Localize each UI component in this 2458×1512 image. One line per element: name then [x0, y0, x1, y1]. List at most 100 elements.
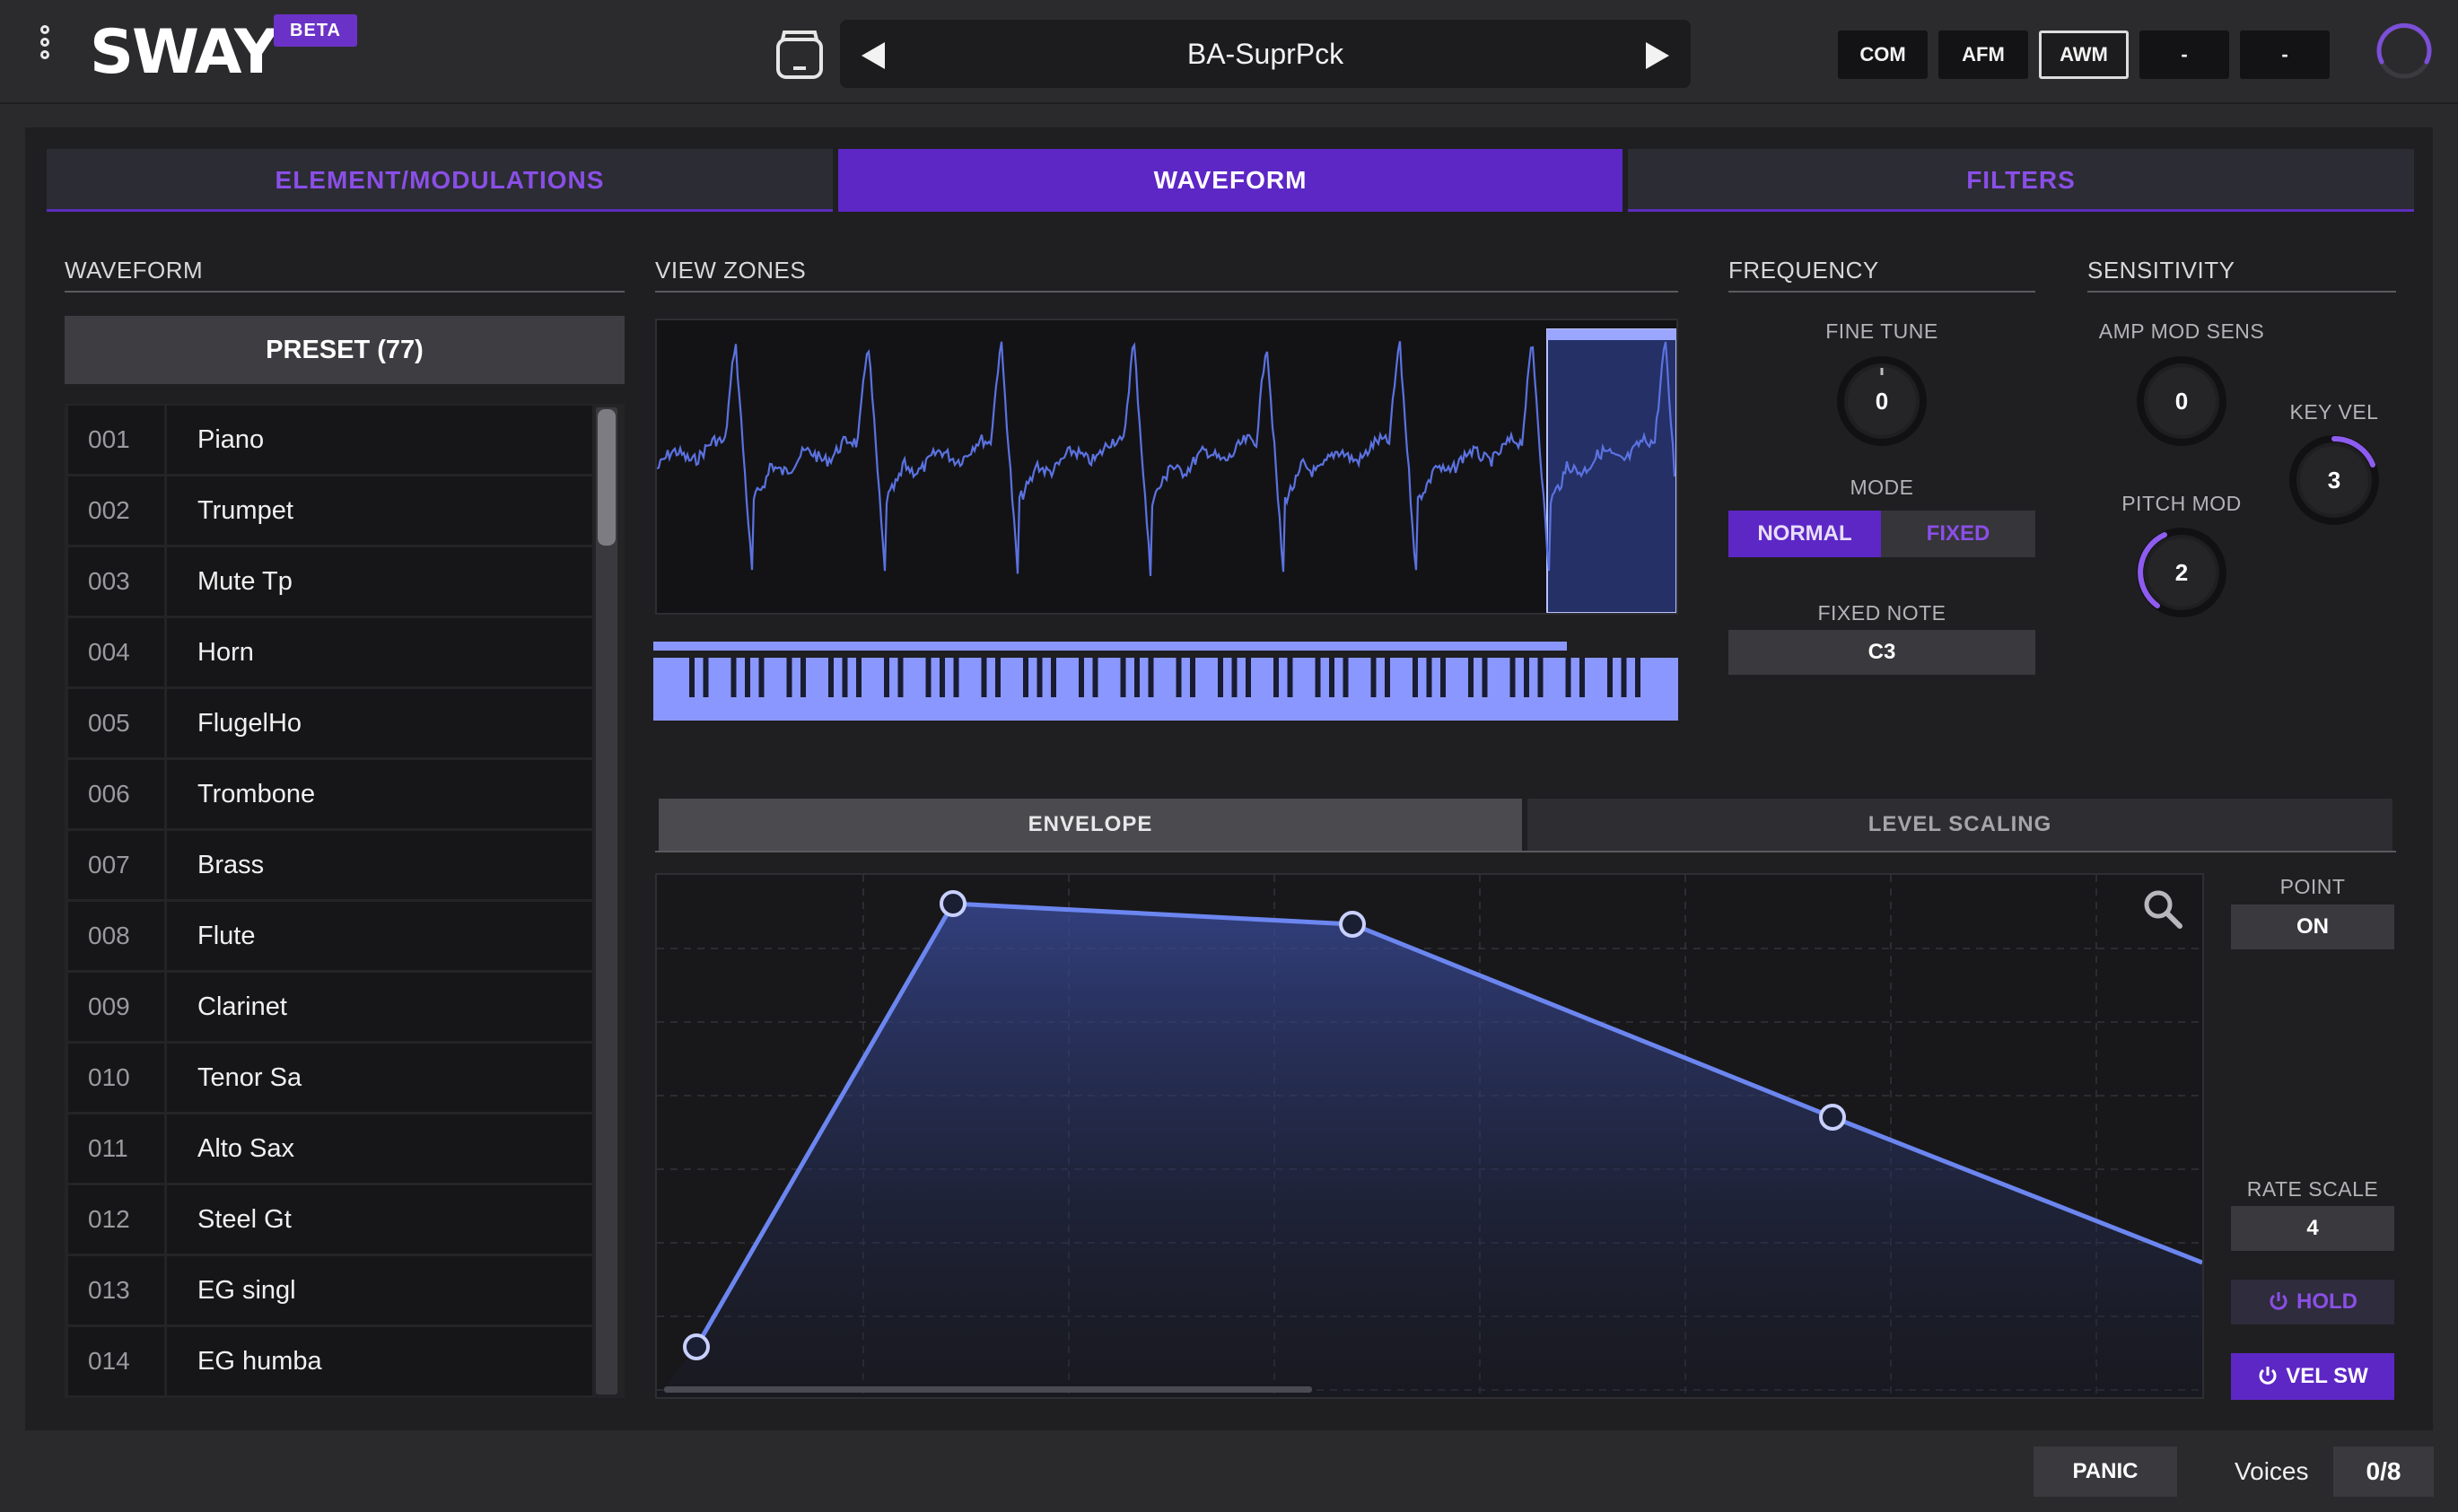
- envelope-graph[interactable]: [655, 873, 2204, 1399]
- preset-name-label: Clarinet: [197, 992, 287, 1021]
- envelope-point: [940, 890, 967, 917]
- point-toggle[interactable]: ON: [2231, 905, 2394, 949]
- key-vel-label: KEY VEL: [2289, 400, 2379, 424]
- preset-name-label: Trumpet: [197, 496, 293, 525]
- beta-badge: BETA: [274, 14, 357, 47]
- zone-selection: [1546, 328, 1676, 613]
- preset-name-label: Steel Gt: [197, 1205, 292, 1234]
- magnifier-icon[interactable]: [2141, 887, 2184, 931]
- list-item[interactable]: 014 EG humba: [68, 1327, 592, 1398]
- vel-sw-button[interactable]: VEL SW: [2231, 1353, 2394, 1400]
- hold-button[interactable]: HOLD: [2231, 1280, 2394, 1324]
- list-item[interactable]: 009 Clarinet: [68, 973, 592, 1044]
- envelope-scrollbar: [664, 1386, 1312, 1393]
- preset-list[interactable]: 001 Piano 002 Trumpet 003 Mute Tp 004 Horn 0…: [65, 404, 625, 1398]
- preset-folder-icon[interactable]: [774, 27, 826, 81]
- mode-button-afm[interactable]: AFM: [1938, 31, 2028, 79]
- preset-number: 014: [68, 1327, 167, 1395]
- list-item[interactable]: 002 Trumpet: [68, 476, 592, 547]
- list-item[interactable]: 006 Trombone: [68, 760, 592, 831]
- key-vel-value: 3: [2327, 467, 2341, 494]
- panic-button[interactable]: PANIC: [2034, 1446, 2177, 1497]
- preset-number: 006: [68, 760, 167, 828]
- list-item[interactable]: 003 Mute Tp: [68, 547, 592, 618]
- preset-number: 002: [68, 476, 167, 545]
- fine-tune-knob[interactable]: 0: [1833, 352, 1931, 450]
- menu-dots-icon[interactable]: [34, 25, 56, 72]
- preset-number: 012: [68, 1185, 167, 1254]
- mode-button-slot-5[interactable]: -: [2240, 31, 2330, 79]
- tab-level-scaling[interactable]: LEVEL SCALING: [1527, 799, 2392, 851]
- preset-list-scrollbar[interactable]: [596, 407, 617, 1394]
- envelope-point: [1339, 911, 1366, 938]
- amp-mod-sens-value: 0: [2174, 388, 2189, 415]
- preset-number: 013: [68, 1256, 167, 1324]
- key-vel-knob[interactable]: 3: [2285, 431, 2384, 529]
- loading-spinner-icon: [2373, 20, 2436, 83]
- list-item[interactable]: 010 Tenor Sa: [68, 1044, 592, 1114]
- preset-name-label: Alto Sax: [197, 1134, 294, 1163]
- list-item[interactable]: 001 Piano: [68, 406, 592, 476]
- preset-name-label: Brass: [197, 851, 265, 879]
- pitch-mod-label: PITCH MOD: [2121, 492, 2242, 515]
- envelope-tabs-divider: [655, 851, 2396, 852]
- mode-button-slot-4[interactable]: -: [2139, 31, 2229, 79]
- preset-name-label: Mute Tp: [197, 567, 293, 596]
- list-item[interactable]: 007 Brass: [68, 831, 592, 902]
- preset-name-label: EG singl: [197, 1276, 296, 1305]
- fixed-note-label: FIXED NOTE: [1817, 601, 1946, 625]
- zone-range-bar[interactable]: [653, 642, 1567, 651]
- tab-filters[interactable]: FILTERS: [1628, 149, 2414, 212]
- fixed-note-field[interactable]: C3: [1728, 630, 2035, 675]
- fine-tune-value: 0: [1875, 388, 1889, 415]
- tab-envelope[interactable]: ENVELOPE: [659, 799, 1522, 851]
- power-icon: [2259, 1367, 2277, 1385]
- list-item[interactable]: 011 Alto Sax: [68, 1114, 592, 1185]
- preset-list-scroll-thumb[interactable]: [598, 409, 616, 546]
- preset-name-label: Trombone: [197, 780, 316, 808]
- waveform-trace: [657, 341, 1676, 576]
- preset-name-label: Piano: [197, 425, 265, 454]
- pitch-mod-value: 2: [2174, 559, 2189, 586]
- keyboard-zones[interactable]: [653, 658, 1678, 721]
- preset-count-header[interactable]: PRESET (77): [65, 316, 625, 384]
- preset-number: 007: [68, 831, 167, 899]
- preset-number: 001: [68, 406, 167, 474]
- list-item[interactable]: 005 FlugelHo: [68, 689, 592, 760]
- preset-name[interactable]: BA-SuprPck: [978, 20, 1553, 88]
- rate-scale-field[interactable]: 4: [2231, 1206, 2394, 1251]
- mode-fixed-button[interactable]: FIXED: [1881, 511, 2035, 557]
- mode-label: MODE: [1850, 476, 1914, 499]
- sensitivity-title: SENSITIVITY: [2087, 257, 2396, 293]
- mode-button-com[interactable]: COM: [1838, 31, 1928, 79]
- list-item[interactable]: 012 Steel Gt: [68, 1185, 592, 1256]
- view-zones-title: VIEW ZONES: [655, 257, 1678, 293]
- amp-mod-sens-knob[interactable]: 0: [2132, 352, 2231, 450]
- next-preset-button[interactable]: [1623, 20, 1691, 88]
- waveform-view[interactable]: [655, 319, 1678, 615]
- mode-button-awm[interactable]: AWM: [2039, 31, 2129, 79]
- pitch-mod-knob[interactable]: 2: [2132, 523, 2231, 622]
- preset-number: 008: [68, 902, 167, 970]
- preset-number: 010: [68, 1044, 167, 1112]
- app-logo: SWAY: [90, 17, 278, 88]
- fine-tune-label: FINE TUNE: [1825, 319, 1938, 343]
- hold-label: HOLD: [2296, 1289, 2357, 1314]
- envelope-point: [1819, 1104, 1846, 1131]
- triangle-left-icon: [862, 41, 885, 69]
- list-item[interactable]: 013 EG singl: [68, 1256, 592, 1327]
- preset-number: 005: [68, 689, 167, 757]
- preset-name-label: Tenor Sa: [197, 1063, 302, 1092]
- preset-name-label: EG humba: [197, 1347, 322, 1376]
- prev-preset-button[interactable]: [840, 20, 908, 88]
- voices-label: Voices: [2235, 1457, 2309, 1485]
- mode-normal-button[interactable]: NORMAL: [1728, 511, 1881, 557]
- preset-name-label: Flute: [197, 922, 256, 950]
- tab-waveform[interactable]: WAVEFORM: [838, 149, 1623, 212]
- list-item[interactable]: 004 Horn: [68, 618, 592, 689]
- preset-name-label: FlugelHo: [197, 709, 302, 738]
- point-label: POINT: [2279, 875, 2346, 898]
- voices-count: 0/8: [2333, 1446, 2434, 1497]
- tab-element-modulations[interactable]: ELEMENT/MODULATIONS: [47, 149, 833, 212]
- list-item[interactable]: 008 Flute: [68, 902, 592, 973]
